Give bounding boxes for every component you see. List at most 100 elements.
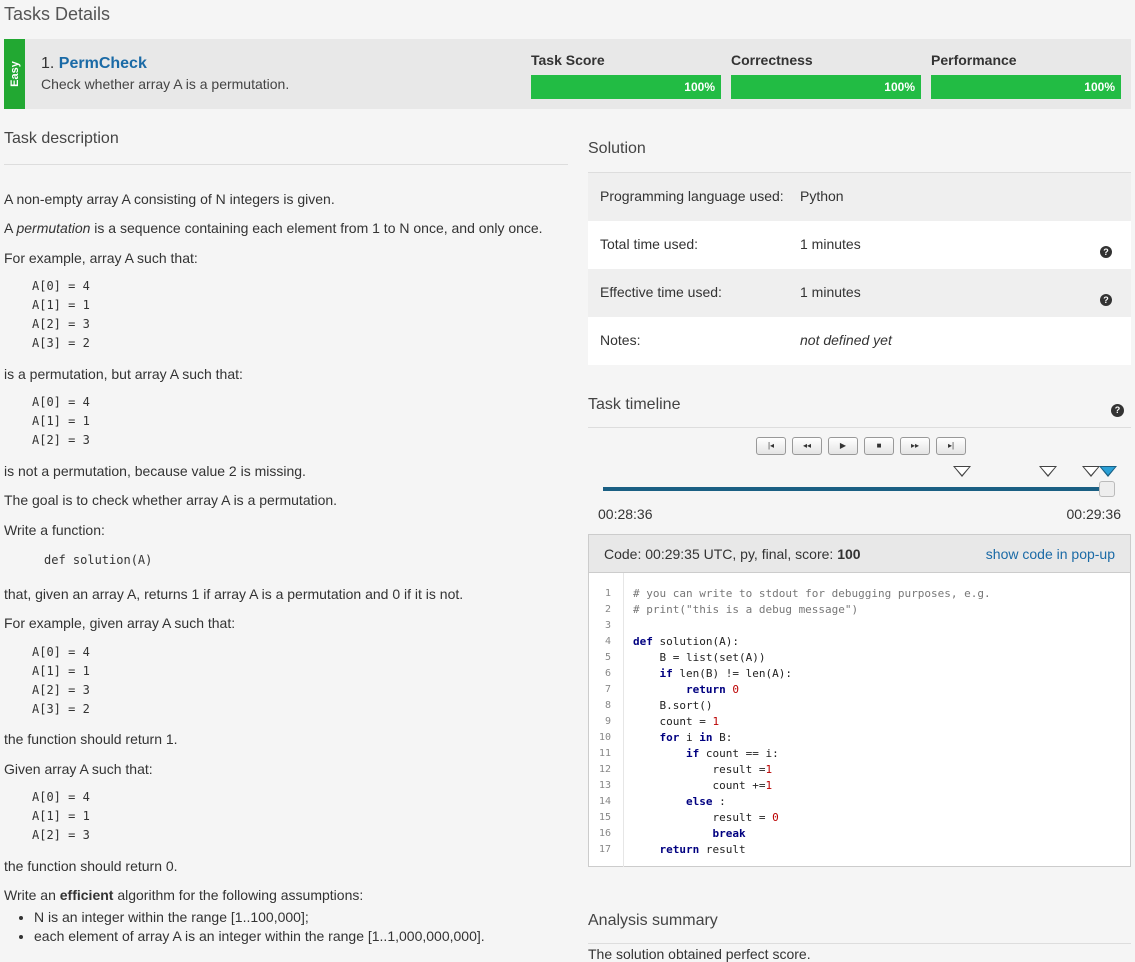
code-text: return result: [659, 843, 746, 856]
code-line: 3: [589, 618, 1130, 634]
timeline-marker[interactable]: [953, 466, 971, 477]
desc-p8: that, given an array A, returns 1 if arr…: [4, 586, 464, 602]
rewind-button[interactable]: ◂◂: [792, 437, 822, 455]
performance-value: 100%: [931, 75, 1121, 99]
correctness-value: 100%: [731, 75, 921, 99]
code-line: 5 B = list(set(A)): [589, 650, 1130, 666]
analysis-text: The solution obtained perfect score.: [588, 946, 811, 962]
timeline-help-icon[interactable]: ?: [1111, 404, 1124, 417]
code-line: 7 return 0: [589, 682, 1130, 698]
help-icon[interactable]: ?: [1100, 246, 1112, 258]
code-text: # print("this is a debug message"): [633, 603, 859, 616]
desc-p11: Given array A such that:: [4, 761, 153, 777]
timeline-track[interactable]: [603, 487, 1108, 491]
code-text: count = 1: [633, 715, 720, 728]
example-array-1: A[0] = 4 A[1] = 1 A[2] = 3 A[3] = 2: [32, 279, 90, 350]
code-line: 13 count +=1: [589, 778, 1130, 794]
code-text: result =1: [633, 763, 773, 776]
task-header: Easy 1. PermCheck Check whether array A …: [4, 39, 1131, 109]
code-text: return 0: [685, 683, 739, 696]
example-array-2: A[0] = 4 A[1] = 1 A[2] = 3: [32, 395, 90, 447]
code-line: 1 # you can write to stdout for debugging…: [589, 586, 1130, 602]
code-line: 9 count = 1: [589, 714, 1130, 730]
timeline-controls: |◂ ◂◂ ▶ ■ ▸▸ ▸|: [756, 437, 966, 455]
desc-p4: is a permutation, but array A such that:: [4, 366, 243, 382]
code-text: if len(B) != len(A):: [659, 667, 792, 680]
assumption-item: each element of array A is an integer wi…: [34, 928, 485, 944]
solution-key: Notes:: [600, 332, 641, 348]
task-score-bar: 100%: [531, 75, 721, 99]
correctness-score: Correctness 100%: [731, 52, 921, 99]
line-number: 2: [604, 604, 611, 615]
code-text: B.sort(): [633, 699, 713, 712]
help-icon[interactable]: ?: [1100, 294, 1112, 306]
code-text: for i in B:: [659, 731, 733, 744]
code-info-prefix: Code: 00:29:35 UTC, py, final, score:: [604, 546, 838, 562]
desc-p2-post: is a sequence containing each element fr…: [90, 220, 543, 236]
timeline-handle[interactable]: [1099, 481, 1115, 497]
code-text: result = 0: [633, 811, 779, 824]
task-number: 1.: [41, 55, 55, 72]
desc-p7: Write a function:: [4, 522, 105, 538]
fast-forward-button[interactable]: ▸▸: [900, 437, 930, 455]
assumptions-list: N is an integer within the range [1..100…: [34, 909, 485, 947]
show-code-popup-link[interactable]: show code in pop-up: [986, 546, 1115, 562]
task-score-value: 100%: [531, 75, 721, 99]
stop-button[interactable]: ■: [864, 437, 894, 455]
line-number: 17: [598, 844, 611, 855]
page-title: Tasks Details: [4, 4, 111, 24]
line-number: 6: [604, 668, 611, 679]
line-number: 15: [598, 812, 611, 823]
timeline-title: Task timeline: [588, 396, 681, 413]
code-line: 11 if count == i:: [589, 746, 1130, 762]
code-line: 6 if len(B) != len(A):: [589, 666, 1130, 682]
code-body: 1 # you can write to stdout for debugging…: [589, 586, 1130, 858]
code-text: break: [712, 827, 746, 840]
code-header: Code: 00:29:35 UTC, py, final, score: 10…: [589, 535, 1130, 573]
code-score: 100: [837, 546, 861, 562]
desc-p1: A non-empty array A consisting of N inte…: [4, 191, 335, 207]
timeline-marker[interactable]: [1082, 466, 1100, 477]
code-line: 2 # print("this is a debug message"): [589, 602, 1130, 618]
first-button[interactable]: |◂: [756, 437, 786, 455]
play-button[interactable]: ▶: [828, 437, 858, 455]
line-number: 9: [604, 716, 611, 727]
code-text: def solution(A):: [633, 635, 739, 648]
code-text: else :: [685, 795, 726, 808]
task-score-label: Task Score: [531, 52, 605, 68]
desc-p2-em: permutation: [16, 220, 91, 236]
line-number: 4: [604, 636, 611, 647]
code-text: if count == i:: [685, 747, 779, 760]
example-array-4: A[0] = 4 A[1] = 1 A[2] = 3: [32, 790, 90, 842]
solution-row-effective-time: Effective time used: 1 minutes ?: [588, 269, 1131, 317]
line-number: 5: [604, 652, 611, 663]
performance-bar: 100%: [931, 75, 1121, 99]
correctness-label: Correctness: [731, 52, 813, 68]
desc-p3: For example, array A such that:: [4, 250, 198, 266]
timeline-end-time: 00:29:36: [1066, 506, 1122, 522]
solution-key: Total time used:: [600, 236, 699, 252]
timeline-marker-active[interactable]: [1099, 466, 1117, 477]
timeline-marker[interactable]: [1039, 466, 1057, 477]
example-array-3: A[0] = 4 A[1] = 1 A[2] = 3 A[3] = 2: [32, 645, 90, 716]
desc-p12: the function should return 0.: [4, 858, 178, 874]
solution-row-notes: Notes: not defined yet: [588, 317, 1131, 365]
desc-p10: the function should return 1.: [4, 731, 178, 747]
code-line: 14 else :: [589, 794, 1130, 810]
assumption-item: N is an integer within the range [1..100…: [34, 909, 485, 925]
task-name: 1. PermCheck: [41, 55, 147, 73]
task-name-link[interactable]: PermCheck: [59, 55, 147, 72]
solution-value: not defined yet: [800, 332, 892, 348]
code-line: 17 return result: [589, 842, 1130, 858]
last-button[interactable]: ▸|: [936, 437, 966, 455]
code-text: # you can write to stdout for debugging …: [633, 587, 991, 600]
solution-key: Programming language used:: [600, 188, 784, 204]
desc-p13: Write an efficient algorithm for the fol…: [4, 887, 363, 903]
task-description: Task description A non-empty array A con…: [4, 130, 568, 944]
line-number: 1: [604, 588, 611, 599]
code-text: count +=1: [633, 779, 773, 792]
timeline-start-time: 00:28:36: [598, 506, 653, 522]
desc-p13-post: algorithm for the following assumptions:: [113, 887, 364, 903]
desc-p5: is not a permutation, because value 2 is…: [4, 463, 306, 479]
task-description-title: Task description: [4, 130, 568, 165]
